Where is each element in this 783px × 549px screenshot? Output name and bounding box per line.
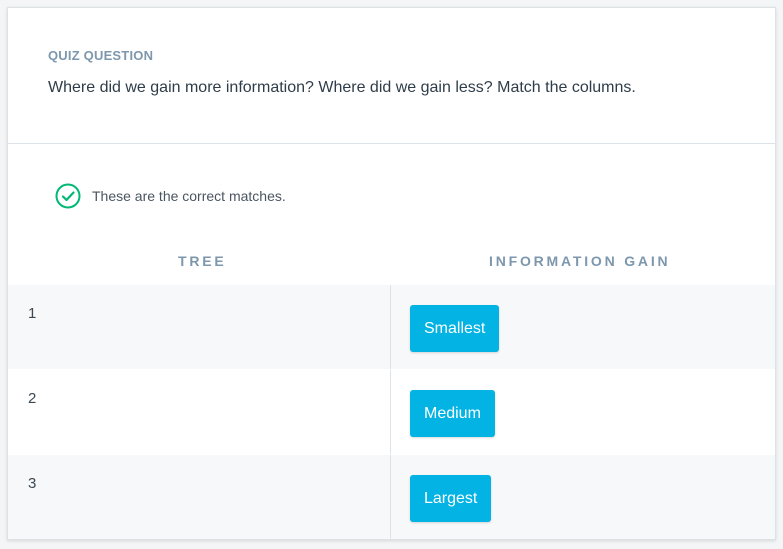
table-header: TREE INFORMATION GAIN [8,248,775,285]
tree-number: 2 [8,370,391,454]
answer-slot: Medium [391,370,775,454]
column-header-information-gain: INFORMATION GAIN [489,253,671,269]
answer-chip-smallest[interactable]: Smallest [410,305,500,352]
column-header-tree: TREE [178,253,227,269]
tree-number: 3 [8,455,391,539]
quiz-label: QUIZ QUESTION [48,48,154,63]
quiz-header: QUIZ QUESTION Where did we gain more inf… [8,8,775,144]
table-row: 2 Medium [8,370,775,454]
quiz-question: Where did we gain more information? Wher… [48,79,636,96]
answer-chip-medium[interactable]: Medium [410,390,495,437]
answer-slot: Smallest [391,285,775,369]
match-table: 1 Smallest 2 Medium 3 Largest [8,285,775,539]
tree-number: 1 [8,285,391,369]
table-row: 1 Smallest [8,285,775,369]
answer-chip-largest[interactable]: Largest [410,475,492,522]
answer-slot: Largest [391,455,775,539]
quiz-card: QUIZ QUESTION Where did we gain more inf… [7,7,776,540]
table-row: 3 Largest [8,455,775,539]
check-circle-icon [55,183,81,209]
feedback-text: These are the correct matches. [92,188,286,204]
feedback-message: These are the correct matches. [55,183,286,209]
